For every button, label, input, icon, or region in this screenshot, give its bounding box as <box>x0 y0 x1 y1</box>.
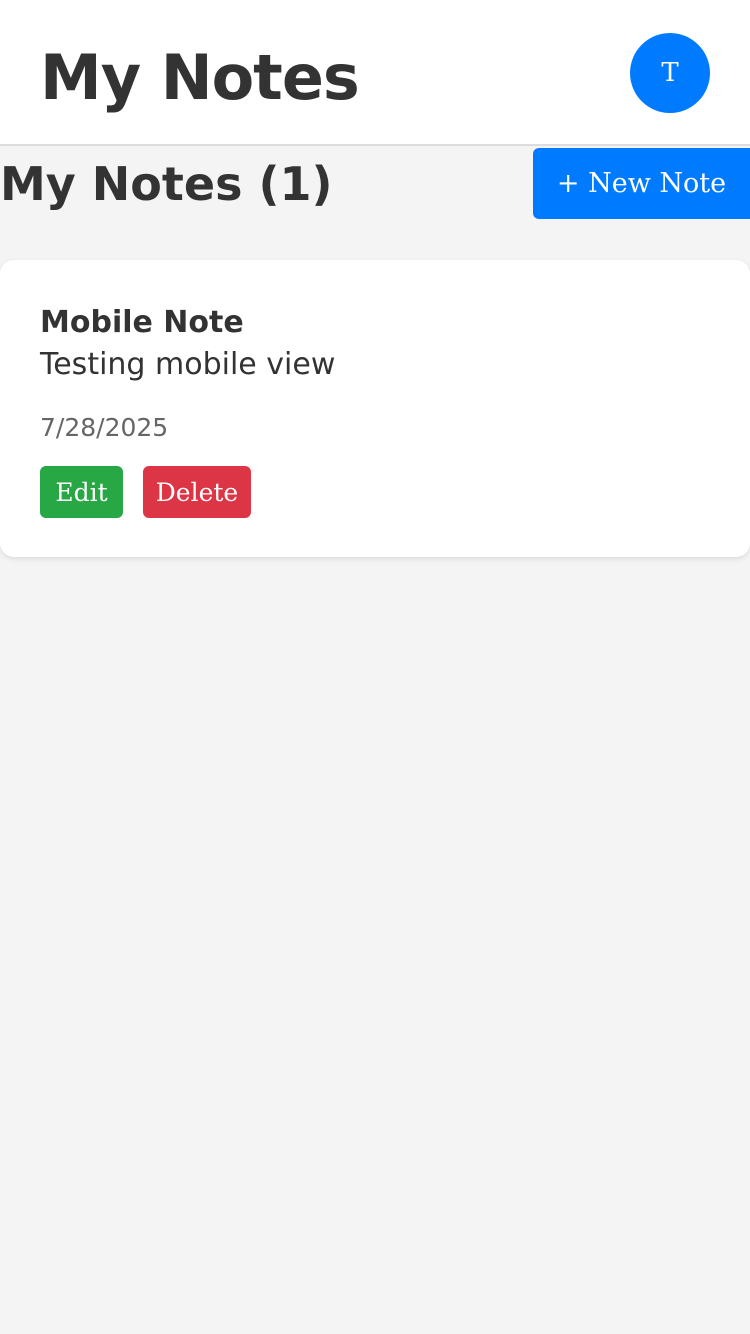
edit-button[interactable]: Edit <box>40 466 123 518</box>
user-avatar[interactable]: T <box>630 33 710 113</box>
new-note-button[interactable]: + New Note <box>533 148 750 219</box>
delete-button[interactable]: Delete <box>143 466 251 518</box>
app-header: My Notes T <box>0 0 750 146</box>
notes-count-heading: My Notes (1) <box>0 157 333 211</box>
note-title: Mobile Note <box>40 305 244 340</box>
note-body: Testing mobile view <box>40 347 336 382</box>
note-date: 7/28/2025 <box>40 413 169 442</box>
note-card: Mobile Note Testing mobile view 7/28/202… <box>0 260 750 557</box>
app-title: My Notes <box>40 41 360 114</box>
